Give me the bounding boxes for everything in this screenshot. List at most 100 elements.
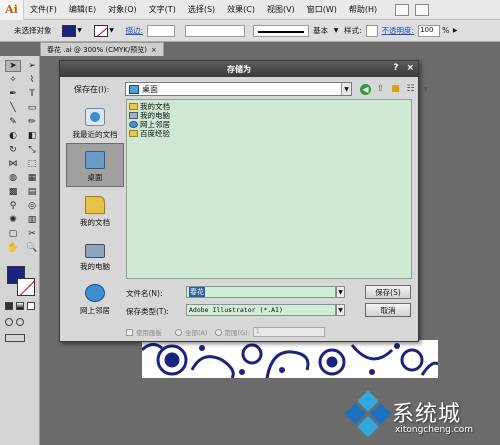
cancel-button[interactable]: 取消 (365, 303, 411, 317)
stroke-color-box[interactable] (17, 278, 35, 296)
filename-value: 春花 (189, 287, 205, 297)
mesh-tool-icon[interactable]: ▩ (5, 186, 21, 198)
menu-file[interactable]: 文件(F) (24, 4, 63, 15)
all-radio[interactable] (175, 328, 182, 336)
pencil-tool-icon[interactable]: ✏ (24, 116, 40, 128)
menu-type[interactable]: 文字(T) (143, 4, 182, 15)
symbol-sprayer-tool-icon[interactable]: ✺ (5, 214, 21, 226)
perspective-grid-tool-icon[interactable]: ▦ (24, 172, 40, 184)
scale-tool-icon[interactable]: ⤡ (24, 144, 40, 156)
draw-behind-icon[interactable] (16, 318, 24, 326)
none-mode-button[interactable] (27, 302, 35, 310)
slice-tool-icon[interactable]: ✂ (24, 228, 40, 240)
save-in-dropdown[interactable]: 桌面 ▼ (125, 82, 352, 96)
chevron-down-icon[interactable]: ▼ (332, 25, 340, 37)
magic-wand-tool-icon[interactable]: ✧ (5, 74, 21, 86)
all-label: 全部(A) (185, 329, 208, 337)
rectangle-tool-icon[interactable]: ▭ (24, 102, 40, 114)
gradient-mode-button[interactable] (16, 302, 24, 310)
place-desktop[interactable]: 桌面 (66, 143, 124, 187)
chevron-down-icon[interactable]: ▼ (420, 84, 431, 94)
bridge-icon[interactable] (395, 3, 410, 16)
column-graph-tool-icon[interactable]: ▥ (24, 214, 40, 226)
chevron-down-icon[interactable]: ▼ (76, 25, 84, 37)
line-tool-icon[interactable]: ╲ (5, 102, 21, 114)
blend-tool-icon[interactable]: ◎ (24, 200, 40, 212)
menu-window[interactable]: 窗口(W) (301, 4, 343, 15)
document-tab[interactable]: 春花 .ai @ 300% (CMYK/预览) × (40, 42, 164, 56)
list-item[interactable]: 我的电脑 (129, 111, 411, 120)
hand-tool-icon[interactable]: ✋ (5, 242, 21, 254)
range-input[interactable]: 1 (252, 327, 325, 337)
artboard-canvas[interactable] (142, 340, 438, 378)
filename-input[interactable]: 春花 (186, 286, 336, 298)
save-button[interactable]: 保存(S) (365, 285, 411, 299)
rotate-tool-icon[interactable]: ↻ (5, 144, 21, 156)
view-menu-icon[interactable]: ☷ (405, 84, 416, 94)
pen-tool-icon[interactable]: ✒ (5, 88, 21, 100)
brush-definition[interactable] (253, 24, 310, 37)
menu-select[interactable]: 选择(S) (182, 4, 221, 15)
up-folder-icon[interactable]: ⇧ (375, 84, 386, 94)
help-button[interactable]: ? (393, 63, 398, 73)
close-icon[interactable]: × (151, 46, 157, 54)
place-recent-documents[interactable]: 我最近的文档 (66, 99, 124, 143)
list-item[interactable]: 网上邻居 (129, 120, 411, 129)
new-folder-icon[interactable]: ■ (390, 84, 401, 94)
arrange-documents-icon[interactable] (415, 3, 430, 16)
menu-help[interactable]: 帮助(H) (343, 4, 383, 15)
menu-effect[interactable]: 效果(C) (221, 4, 261, 15)
shape-builder-tool-icon[interactable]: ◍ (5, 172, 21, 184)
fill-swatch[interactable] (61, 24, 76, 37)
variable-width-input[interactable] (185, 24, 246, 37)
stroke-swatch[interactable] (93, 24, 108, 37)
zoom-tool-icon[interactable]: 🔍 (24, 242, 40, 254)
chevron-down-icon[interactable]: ▼ (341, 83, 351, 95)
eraser-tool-icon[interactable]: ◧ (24, 130, 40, 142)
screen-mode-icon[interactable] (5, 334, 25, 342)
gradient-tool-icon[interactable]: ▤ (24, 186, 40, 198)
list-item[interactable]: 我的文档 (129, 102, 411, 111)
place-my-computer[interactable]: 我的电脑 (66, 231, 124, 275)
selection-tool-icon[interactable]: ➤ (5, 60, 21, 72)
chevron-down-icon[interactable]: ▼ (336, 304, 345, 316)
file-list[interactable]: 我的文档 我的电脑 网上邻居 百度经验 (126, 99, 412, 279)
graphic-style-swatch[interactable] (365, 24, 378, 37)
filetype-select[interactable]: Adobe Illustrator (*.AI) (186, 304, 336, 316)
use-artboards-label: 使用画板 (136, 329, 162, 337)
use-artboards-checkbox[interactable] (126, 328, 133, 336)
width-tool-icon[interactable]: ⋈ (5, 158, 21, 170)
selection-status: 未选择对象 (14, 26, 52, 35)
type-tool-icon[interactable]: T (24, 88, 40, 100)
save-in-row: 保存在(I): 桌面 ▼ ◀ ⇧ ■ ☷ ▼ (60, 81, 428, 97)
stroke-weight-input[interactable] (147, 24, 176, 37)
eyedropper-tool-icon[interactable]: ⚲ (5, 200, 21, 212)
opacity-link[interactable]: 不透明度: (378, 25, 419, 36)
list-item[interactable]: 百度经验 (129, 129, 411, 138)
lasso-tool-icon[interactable]: ⌇ (24, 74, 40, 86)
artboard-tool-icon[interactable]: ▢ (5, 228, 21, 240)
chevron-down-icon[interactable]: ▼ (108, 25, 116, 37)
chevron-down-icon[interactable]: ▼ (336, 286, 345, 298)
color-mode-button[interactable] (5, 302, 13, 310)
filetype-value: Adobe Illustrator (*.AI) (189, 306, 283, 314)
range-radio[interactable] (214, 328, 222, 336)
draw-normal-icon[interactable] (5, 318, 13, 326)
paintbrush-tool-icon[interactable]: ✎ (5, 116, 21, 128)
place-my-documents[interactable]: 我的文档 (66, 187, 124, 231)
chevron-right-icon[interactable]: ▶ (451, 25, 459, 37)
document-title: 春花 .ai @ 300% (CMYK/预览) (47, 45, 147, 54)
filetype-label: 保存类型(T): (126, 307, 169, 316)
free-transform-tool-icon[interactable]: ⬚ (24, 158, 40, 170)
menu-object[interactable]: 对象(O) (102, 4, 143, 15)
place-network[interactable]: 网上邻居 (66, 275, 124, 319)
blob-brush-tool-icon[interactable]: ◐ (5, 130, 21, 142)
back-arrow-icon[interactable]: ◀ (360, 83, 371, 95)
menu-edit[interactable]: 编辑(E) (63, 4, 102, 15)
close-button[interactable]: × (406, 63, 414, 73)
recent-docs-icon (85, 108, 105, 126)
stroke-link[interactable]: 描边: (122, 25, 148, 36)
direct-selection-tool-icon[interactable]: ➢ (24, 60, 40, 72)
menu-view[interactable]: 视图(V) (261, 4, 301, 15)
opacity-input[interactable]: 100 (418, 24, 441, 37)
